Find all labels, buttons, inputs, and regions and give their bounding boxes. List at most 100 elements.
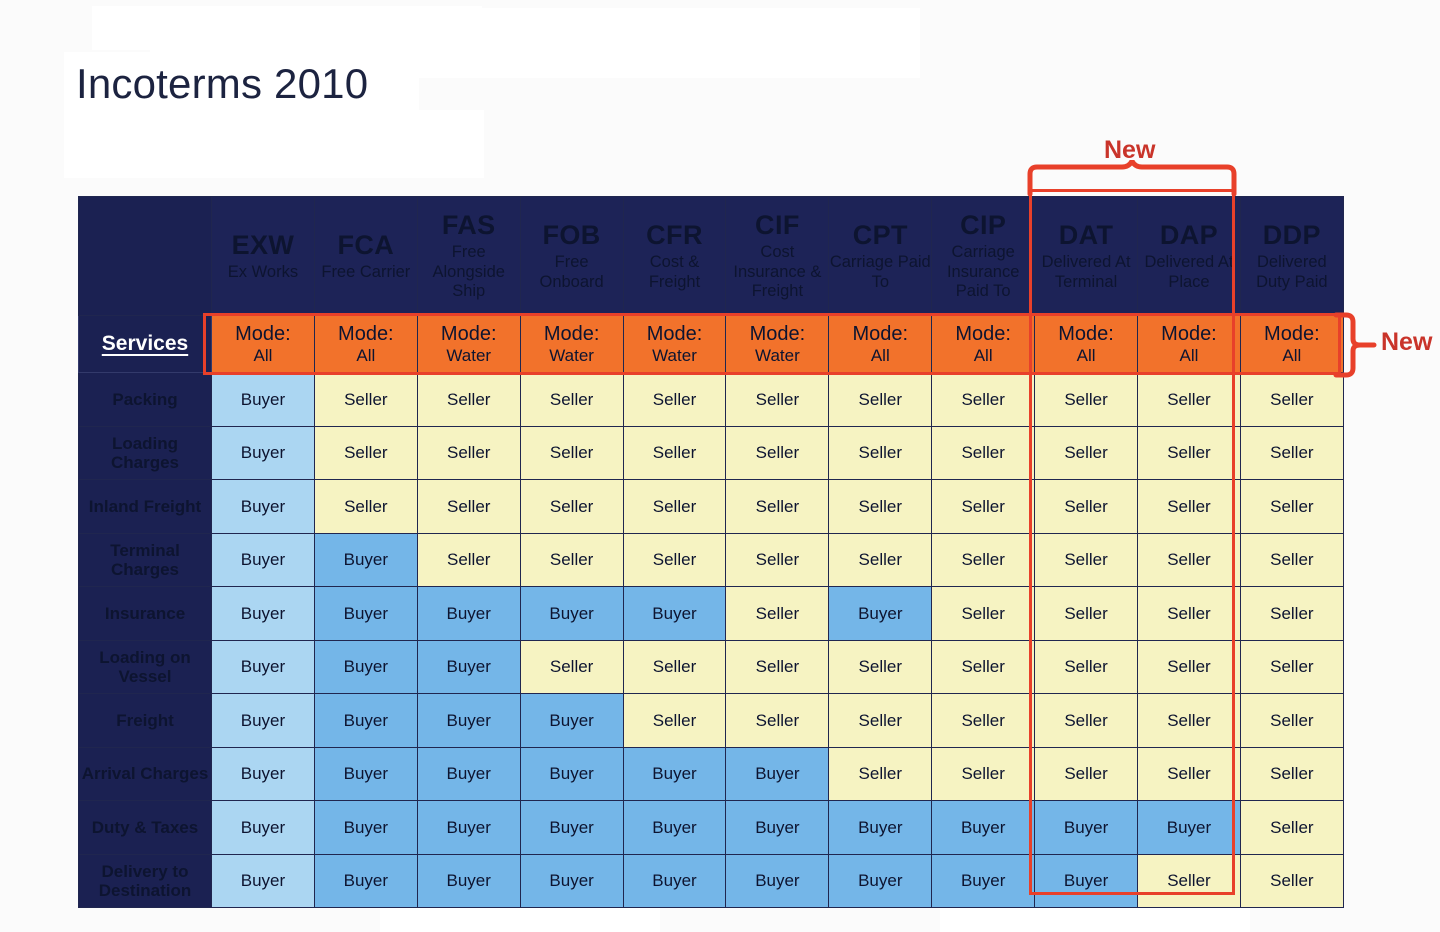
- cell-cif: Buyer: [725, 800, 830, 855]
- column-header-dap: DAP Delivered At Place: [1137, 196, 1241, 316]
- cell-dap: Seller: [1137, 853, 1241, 908]
- table-row: Freight Buyer Buyer Buyer Buyer Seller Seller S…: [78, 693, 1344, 748]
- cell-exw: Buyer: [211, 800, 315, 855]
- mode-label: Mode:: [543, 323, 600, 346]
- cell-cip: Seller: [931, 586, 1036, 641]
- mode-value: All: [973, 345, 993, 365]
- column-code: FAS: [441, 210, 496, 241]
- cell-cfr: Seller: [622, 639, 727, 694]
- row-label: Loading Charges: [78, 425, 212, 480]
- column-full-name: Delivered Duty Paid: [1256, 253, 1328, 291]
- cell-dat: Seller: [1034, 532, 1139, 587]
- column-header-cpt: CPT Carriage Paid To: [828, 196, 933, 316]
- cell-cif: Seller: [725, 639, 830, 694]
- column-full-name: Free Alongside Ship: [432, 243, 505, 301]
- cell-cfr: Seller: [622, 532, 727, 587]
- cell-dap: Seller: [1137, 746, 1241, 801]
- cell-fob: Buyer: [519, 853, 624, 908]
- column-full-name: Free Carrier: [321, 262, 411, 281]
- mode-label: Mode:: [749, 323, 806, 346]
- cell-exw: Buyer: [211, 586, 315, 641]
- mode-label: Mode:: [1161, 323, 1217, 346]
- mode-label: Mode:: [852, 323, 909, 346]
- cell-cfr: Seller: [622, 425, 727, 480]
- cell-fas: Buyer: [416, 693, 521, 748]
- page-title: Incoterms 2010: [76, 60, 369, 107]
- cell-fob: Seller: [519, 532, 624, 587]
- mode-value: All: [356, 345, 376, 365]
- cell-dap: Buyer: [1137, 800, 1241, 855]
- mode-value: All: [1076, 345, 1096, 365]
- row-label: Loading on Vessel: [78, 639, 212, 694]
- header-corner-cell: [78, 196, 212, 316]
- mode-row: Services Mode: All Mode: All Mode: Water Mode:…: [78, 315, 1344, 373]
- cell-dap: Seller: [1137, 425, 1241, 480]
- cell-cfr: Buyer: [622, 800, 727, 855]
- column-code: CIF: [755, 210, 800, 241]
- cell-fob: Seller: [519, 479, 624, 534]
- cell-fob: Buyer: [519, 800, 624, 855]
- column-full-name: Cost Insurance & Freight: [733, 243, 822, 301]
- column-code: FCA: [337, 229, 395, 260]
- brace-right-icon: [1333, 312, 1377, 378]
- cell-fob: Buyer: [519, 693, 624, 748]
- cell-ddp: Seller: [1239, 746, 1344, 801]
- cell-dap: Seller: [1137, 586, 1241, 641]
- column-header-exw: EXW Ex Works: [211, 196, 315, 316]
- cell-dap: Seller: [1137, 693, 1241, 748]
- cell-cip: Seller: [931, 693, 1036, 748]
- cell-cif: Seller: [725, 693, 830, 748]
- mode-cell-fob: Mode: Water: [519, 315, 624, 373]
- column-code: DDP: [1262, 219, 1321, 250]
- cell-exw: Buyer: [211, 372, 315, 427]
- cell-dat: Seller: [1034, 425, 1139, 480]
- table-row: Arrival Charges Buyer Buyer Buyer Buyer Buyer…: [78, 746, 1344, 801]
- cell-fob: Seller: [519, 372, 624, 427]
- table-row: Insurance Buyer Buyer Buyer Buyer Buyer Seller…: [78, 586, 1344, 641]
- cell-fas: Buyer: [416, 853, 521, 908]
- cell-ddp: Seller: [1239, 800, 1344, 855]
- mode-cell-cip: Mode: All: [931, 315, 1036, 373]
- cell-fca: Seller: [313, 425, 418, 480]
- cell-cip: Seller: [931, 372, 1036, 427]
- cell-cip: Buyer: [931, 800, 1036, 855]
- cell-cif: Seller: [725, 586, 830, 641]
- cell-cpt: Seller: [828, 532, 933, 587]
- mode-cell-cpt: Mode: All: [828, 315, 933, 373]
- cell-dap: Seller: [1137, 479, 1241, 534]
- cell-cpt: Buyer: [828, 800, 933, 855]
- cell-cpt: Seller: [828, 372, 933, 427]
- column-header-cip: CIP Carriage Insurance Paid To: [931, 196, 1036, 316]
- cell-exw: Buyer: [211, 639, 315, 694]
- mode-label: Mode:: [646, 323, 703, 346]
- cell-fca: Buyer: [313, 532, 418, 587]
- incoterms-table: EXW Ex Works FCA Free Carrier FAS Free Alongs…: [78, 196, 1344, 908]
- mode-cell-cfr: Mode: Water: [622, 315, 727, 373]
- cell-ddp: Seller: [1239, 372, 1344, 427]
- cell-fca: Buyer: [313, 586, 418, 641]
- cell-cip: Buyer: [931, 853, 1036, 908]
- mode-label: Mode:: [1264, 323, 1320, 346]
- cell-cfr: Buyer: [622, 746, 727, 801]
- column-header-fca: FCA Free Carrier: [313, 196, 418, 316]
- cell-fob: Buyer: [519, 586, 624, 641]
- cell-fas: Buyer: [416, 586, 521, 641]
- mode-label: Mode:: [235, 323, 291, 346]
- cell-fca: Buyer: [313, 746, 418, 801]
- cell-cfr: Buyer: [622, 586, 727, 641]
- cell-cif: Seller: [725, 479, 830, 534]
- row-label: Packing: [78, 372, 212, 427]
- cell-cip: Seller: [931, 639, 1036, 694]
- table-row: Loading on Vessel Buyer Buyer Buyer Seller Se…: [78, 639, 1344, 694]
- services-header-cell: Services: [78, 315, 212, 373]
- cell-ddp: Seller: [1239, 586, 1344, 641]
- mode-cell-fas: Mode: Water: [416, 315, 521, 373]
- column-full-name: Delivered At Terminal: [1041, 253, 1131, 291]
- cell-fas: Seller: [416, 372, 521, 427]
- cell-fca: Buyer: [313, 853, 418, 908]
- cell-fas: Seller: [416, 425, 521, 480]
- cell-ddp: Seller: [1239, 639, 1344, 694]
- row-label: Arrival Charges: [78, 746, 212, 801]
- mode-label: Mode:: [1058, 323, 1114, 346]
- mode-value: All: [870, 345, 890, 365]
